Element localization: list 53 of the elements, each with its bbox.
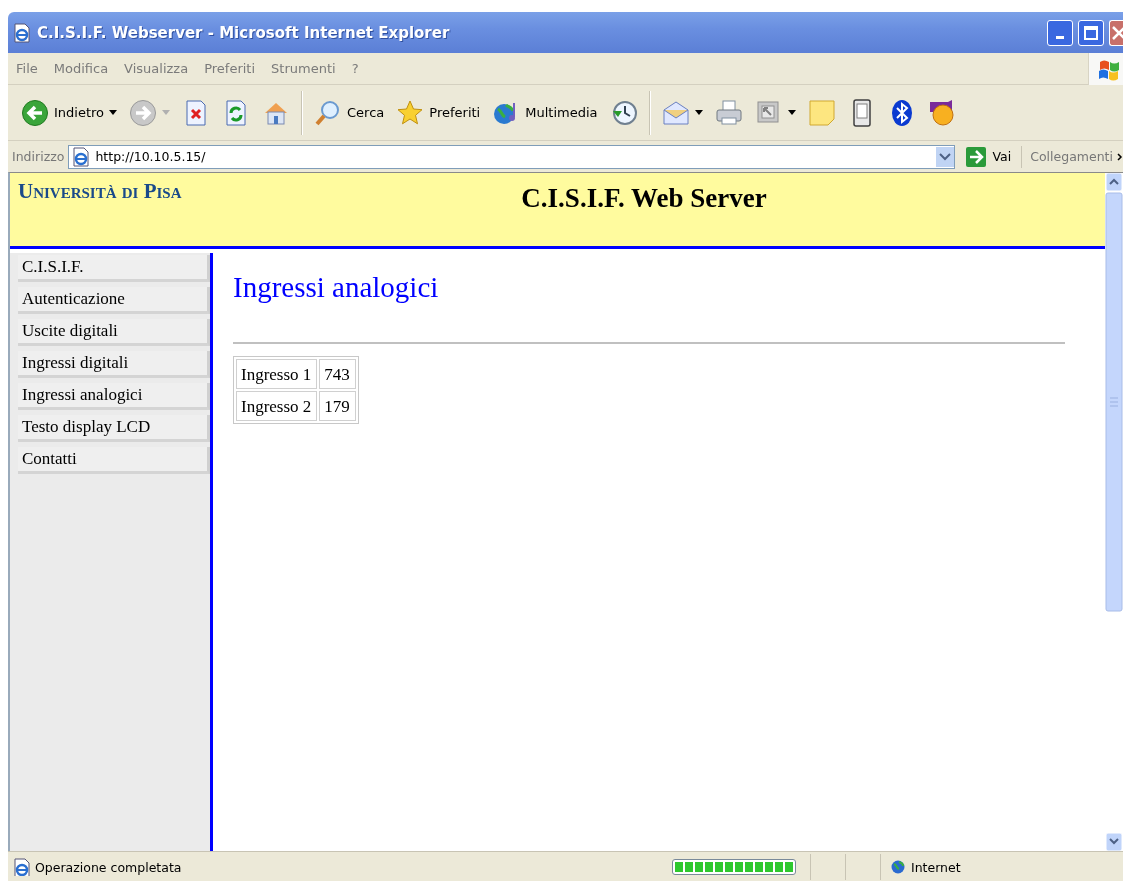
nav-item[interactable]: Contatti	[18, 447, 210, 474]
close-button[interactable]	[1109, 19, 1123, 46]
minimize-icon	[1056, 36, 1064, 39]
chevron-icon	[938, 152, 951, 161]
caret-icon	[162, 109, 171, 116]
note-icon	[807, 98, 836, 127]
search-button[interactable]: Cerca	[311, 96, 388, 129]
table-cell: Ingresso 1	[236, 359, 318, 389]
media-button[interactable]: Multimedia	[489, 96, 601, 129]
chevron-icon	[1117, 152, 1123, 161]
page-title: C.I.S.I.F. Web Server	[520, 182, 768, 214]
address-label: Indirizzo	[12, 149, 65, 164]
star-icon	[396, 98, 425, 127]
table-cell: Ingresso 2	[236, 391, 318, 421]
table-cell: 743	[319, 359, 356, 389]
page-heading: Ingressi analogici	[233, 271, 440, 304]
page-icon	[71, 146, 92, 167]
menu-item[interactable]: Strumenti	[263, 59, 344, 78]
menu-item[interactable]: File	[8, 59, 46, 78]
menu-item[interactable]: ?	[343, 59, 367, 78]
nav-item[interactable]: C.I.S.I.F.	[18, 255, 210, 282]
page-icon	[12, 858, 30, 876]
dropdown-button[interactable]	[935, 146, 954, 167]
nav-item[interactable]: Testo display LCD	[18, 415, 210, 442]
caret-icon	[787, 109, 796, 116]
menu-item[interactable]: Visualizza	[116, 59, 197, 78]
minimize-button[interactable]	[1047, 19, 1073, 46]
status-text: Operazione completata	[35, 859, 182, 875]
menu-item[interactable]: Modifica	[45, 59, 117, 78]
nav-item[interactable]: Autenticazione	[18, 287, 210, 314]
chat-icon	[927, 98, 956, 127]
favorites-button[interactable]: Preferiti	[393, 96, 484, 129]
printer-icon	[714, 98, 743, 127]
table-cell: 179	[319, 391, 356, 421]
links-button[interactable]: Collegamenti	[1026, 149, 1113, 164]
address-field[interactable]: http://10.10.5.15/	[68, 144, 955, 169]
scrollbar-drawing[interactable]	[1105, 173, 1123, 851]
page-icon	[12, 22, 32, 43]
maximize-icon	[1083, 24, 1099, 41]
caret-icon	[109, 109, 118, 116]
nav-item[interactable]: Ingressi analogici	[18, 383, 210, 410]
close-icon	[1110, 24, 1123, 41]
maximize-button[interactable]	[1078, 19, 1104, 46]
back-button[interactable]: Indietro	[18, 96, 121, 129]
university-logo: Università di Pisa	[17, 178, 183, 204]
caret-icon	[694, 109, 703, 116]
nav-item[interactable]: Ingressi digitali	[18, 351, 210, 378]
zone-label: Internet	[911, 859, 961, 875]
go-button[interactable]: Vai	[958, 145, 1023, 168]
globe-icon	[891, 860, 905, 874]
window-title: C.I.S.I.F. Webserver - Microsoft Internet Explorer	[37, 23, 451, 42]
nav-item[interactable]: Uscite digitali	[18, 319, 210, 346]
menu-item[interactable]: Preferiti	[196, 59, 264, 78]
